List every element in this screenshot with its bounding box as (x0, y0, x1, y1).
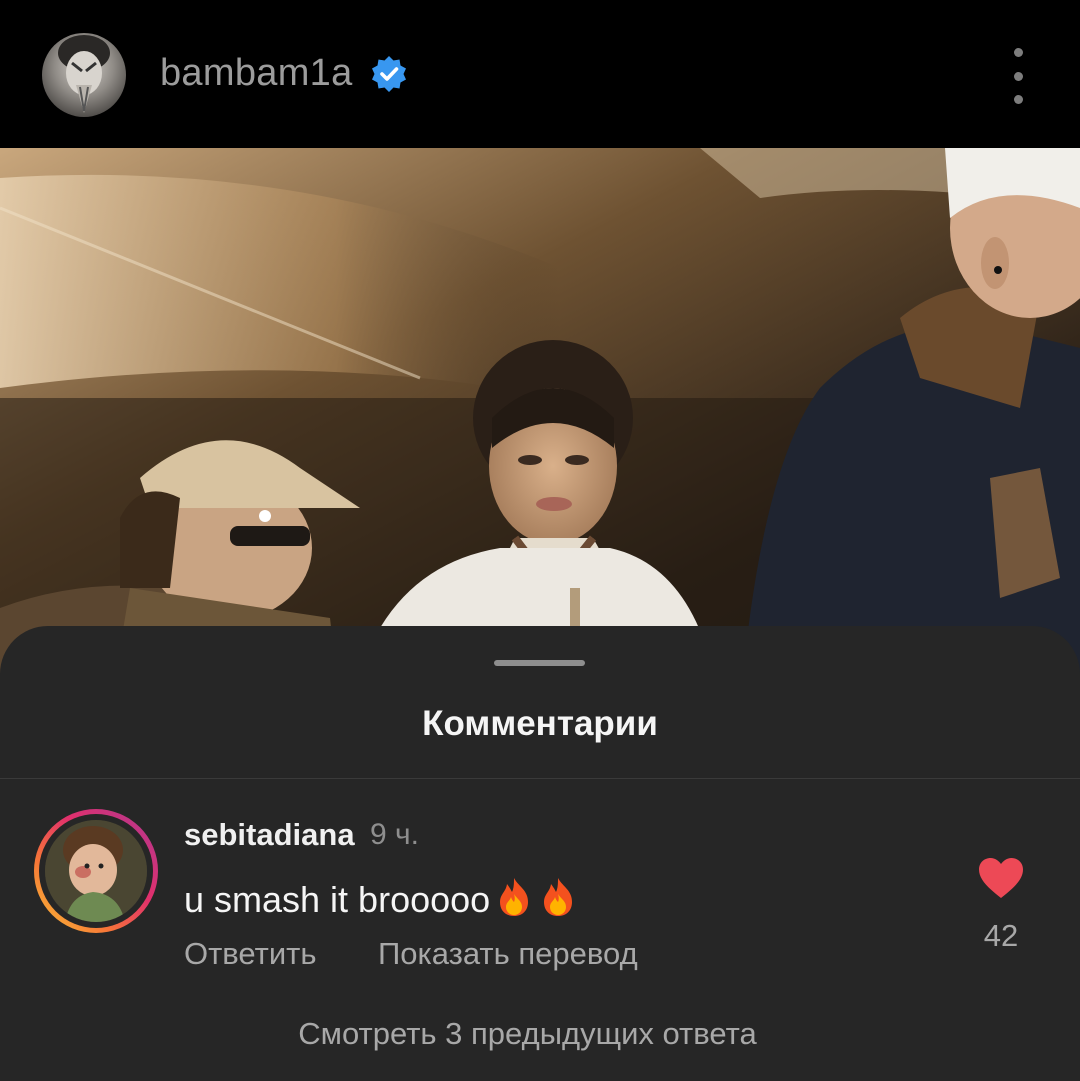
divider (0, 778, 1080, 779)
post-header: bambam1a (0, 0, 1080, 148)
view-previous-replies-button[interactable]: Смотреть 3 предыдущих ответа (0, 1016, 1055, 1052)
comment-text: u smash it brooooo (184, 879, 491, 920)
fire-emoji (500, 878, 529, 916)
post-username[interactable]: bambam1a (160, 52, 353, 95)
profile-avatar[interactable] (42, 33, 126, 117)
commenter-avatar-image (45, 820, 147, 922)
comment-timestamp: 9 ч. (370, 818, 419, 851)
show-translation-button[interactable]: Показать перевод (378, 936, 638, 972)
fire-emoji (544, 878, 573, 916)
heart-icon[interactable] (977, 856, 1025, 900)
post-image (0, 148, 1080, 708)
reply-button[interactable]: Ответить (184, 936, 317, 972)
more-options-icon[interactable] (998, 48, 1038, 104)
profile-avatar-image (58, 35, 110, 113)
comments-title: Комментарии (422, 704, 658, 743)
comments-sheet: Комментарии sebitadiana 9 ч. u smash it … (0, 626, 1080, 1081)
commenter-username[interactable]: sebitadiana (184, 817, 355, 853)
like-count: 42 (983, 918, 1019, 953)
commenter-avatar[interactable] (34, 809, 158, 933)
comment-body: u smash it brooooo (184, 876, 578, 921)
sheet-drag-handle[interactable] (494, 660, 585, 666)
verified-badge-icon (372, 56, 406, 92)
